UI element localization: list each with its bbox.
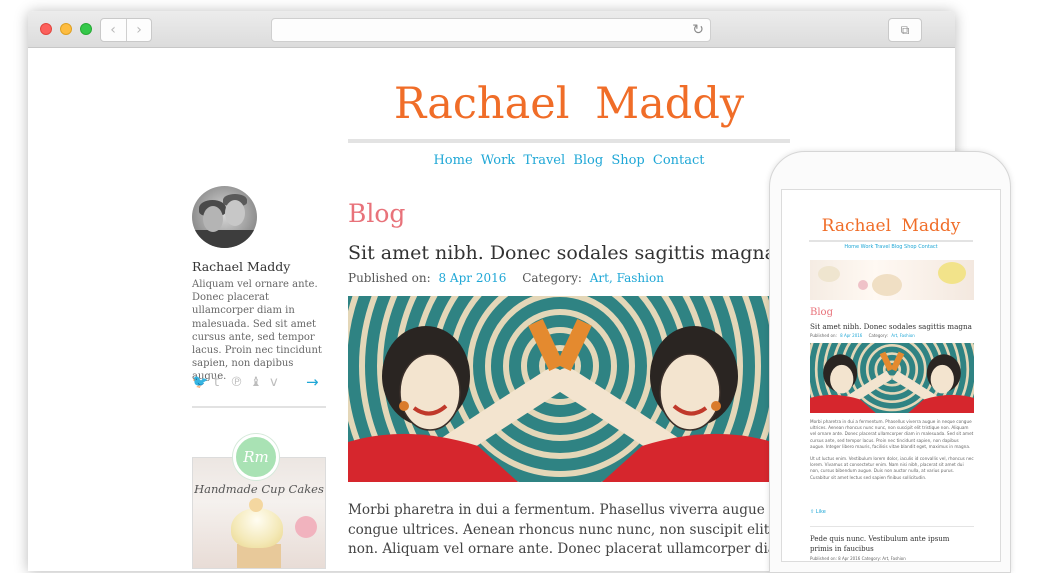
mobile-hero-image[interactable] xyxy=(810,343,974,413)
flower-decoration xyxy=(295,516,317,538)
post-hero-image[interactable] xyxy=(348,296,772,482)
social-links: 🐦 t ℗ ♝ v → xyxy=(192,373,326,392)
post-meta: Published on: 8 Apr 2016 Category: Art, … xyxy=(348,269,664,287)
mobile-post-meta: Published on: 8 Apr 2016 Category: Art, … xyxy=(810,333,915,339)
cupcake-frosting xyxy=(231,508,283,548)
widget-badge: Rm xyxy=(233,434,279,480)
excerpt-line: Morbi pharetra in dui a fermentum. Phase… xyxy=(348,502,772,518)
mobile-post-body: Morbi pharetra in dui a fermentum. Phase… xyxy=(810,419,974,481)
forward-icon[interactable]: › xyxy=(127,21,151,39)
nav-item-blog[interactable]: Blog xyxy=(573,153,603,168)
section-heading: Blog xyxy=(348,199,406,228)
mobile-published-date[interactable]: 8 Apr 2016 xyxy=(840,333,862,338)
mobile-section-heading: Blog xyxy=(810,307,833,318)
published-date-link[interactable]: 8 Apr 2016 xyxy=(438,271,506,285)
mobile-cupcake-banner xyxy=(810,260,974,300)
history-buttons: ‹ › xyxy=(100,18,152,42)
author-bio: Aliquam vel ornare ante. Donec placerat … xyxy=(192,279,322,383)
title-divider xyxy=(348,139,790,143)
nav-item-shop[interactable]: Shop xyxy=(611,153,644,168)
browser-toolbar: ‹ › ↻ ⧉ xyxy=(28,11,955,48)
pinterest-icon[interactable]: ℗ xyxy=(230,374,243,392)
pop-art-illustration xyxy=(348,296,772,482)
mobile-preview: Rachael Maddy Home Work Travel Blog Shop… xyxy=(781,189,1001,562)
close-window-button[interactable] xyxy=(40,23,52,35)
arrow-right-icon[interactable]: → xyxy=(306,373,319,391)
cupcake-topping xyxy=(249,498,263,512)
nav-item-travel[interactable]: Travel xyxy=(523,153,565,168)
etsy-icon[interactable]: ♝ xyxy=(250,374,262,392)
mobile-site-title[interactable]: Rachael Maddy xyxy=(782,215,1000,237)
published-label: Published on: xyxy=(348,271,431,285)
mobile-post-title[interactable]: Sit amet nibh. Donec sodales sagittis ma… xyxy=(810,322,972,332)
mobile-second-post-meta: Published on: 8 Apr 2016 Category: Art, … xyxy=(810,556,906,561)
author-avatar xyxy=(192,186,257,248)
post-excerpt: Morbi pharetra in dui a fermentum. Phase… xyxy=(348,501,772,560)
mobile-pop-art-illustration xyxy=(810,343,974,413)
mobile-category-links[interactable]: Art, Fashion xyxy=(891,333,915,338)
tabs-overview-icon[interactable]: ⧉ xyxy=(888,18,922,42)
nav-item-work[interactable]: Work xyxy=(481,153,515,168)
category-links[interactable]: Art, Fashion xyxy=(590,271,664,285)
mobile-divider xyxy=(810,526,974,527)
mobile-category-label: Category: xyxy=(868,333,888,338)
maximize-window-button[interactable] xyxy=(80,23,92,35)
main-navigation: Home Work Travel Blog Shop Contact xyxy=(348,152,790,170)
share-label: Like xyxy=(815,509,826,515)
address-bar[interactable]: ↻ xyxy=(271,18,711,42)
mobile-navigation[interactable]: Home Work Travel Blog Shop Contact xyxy=(782,243,1000,251)
minimize-window-button[interactable] xyxy=(60,23,72,35)
category-label: Category: xyxy=(522,271,582,285)
tumblr-icon[interactable]: t xyxy=(214,374,219,392)
widget-title: Handmade Cup Cakes xyxy=(194,482,324,496)
excerpt-line: non. Aliquam vel ornare ante. Donec plac… xyxy=(348,541,772,557)
site-title[interactable]: Rachael Maddy xyxy=(348,75,790,133)
sidebar-divider xyxy=(192,406,326,408)
share-icon: ⇪ xyxy=(810,509,815,515)
nav-item-home[interactable]: Home xyxy=(433,153,472,168)
excerpt-line: congue ultrices. Aenean rhoncus nunc nun… xyxy=(348,521,772,538)
twitter-icon[interactable]: 🐦 xyxy=(192,374,208,392)
back-icon[interactable]: ‹ xyxy=(101,21,125,39)
vimeo-icon[interactable]: v xyxy=(270,374,278,392)
mobile-title-divider xyxy=(809,240,973,242)
author-name: Rachael Maddy xyxy=(192,259,291,274)
mobile-second-post-title[interactable]: Pede quis nunc. Vestibulum ante ipsum pr… xyxy=(810,535,974,554)
nav-item-contact[interactable]: Contact xyxy=(653,153,705,168)
mobile-paragraph: Ut ut luctus enim. Vestibulum lorem dolo… xyxy=(810,456,974,480)
mobile-paragraph: Morbi pharetra in dui a fermentum. Phase… xyxy=(810,419,974,449)
mobile-share-button[interactable]: ⇪ Like xyxy=(810,508,826,516)
mobile-published-label: Published on: xyxy=(810,333,837,338)
post-title[interactable]: Sit amet nibh. Donec sodales sagittis ma… xyxy=(348,240,776,266)
reload-icon[interactable]: ↻ xyxy=(692,21,704,39)
